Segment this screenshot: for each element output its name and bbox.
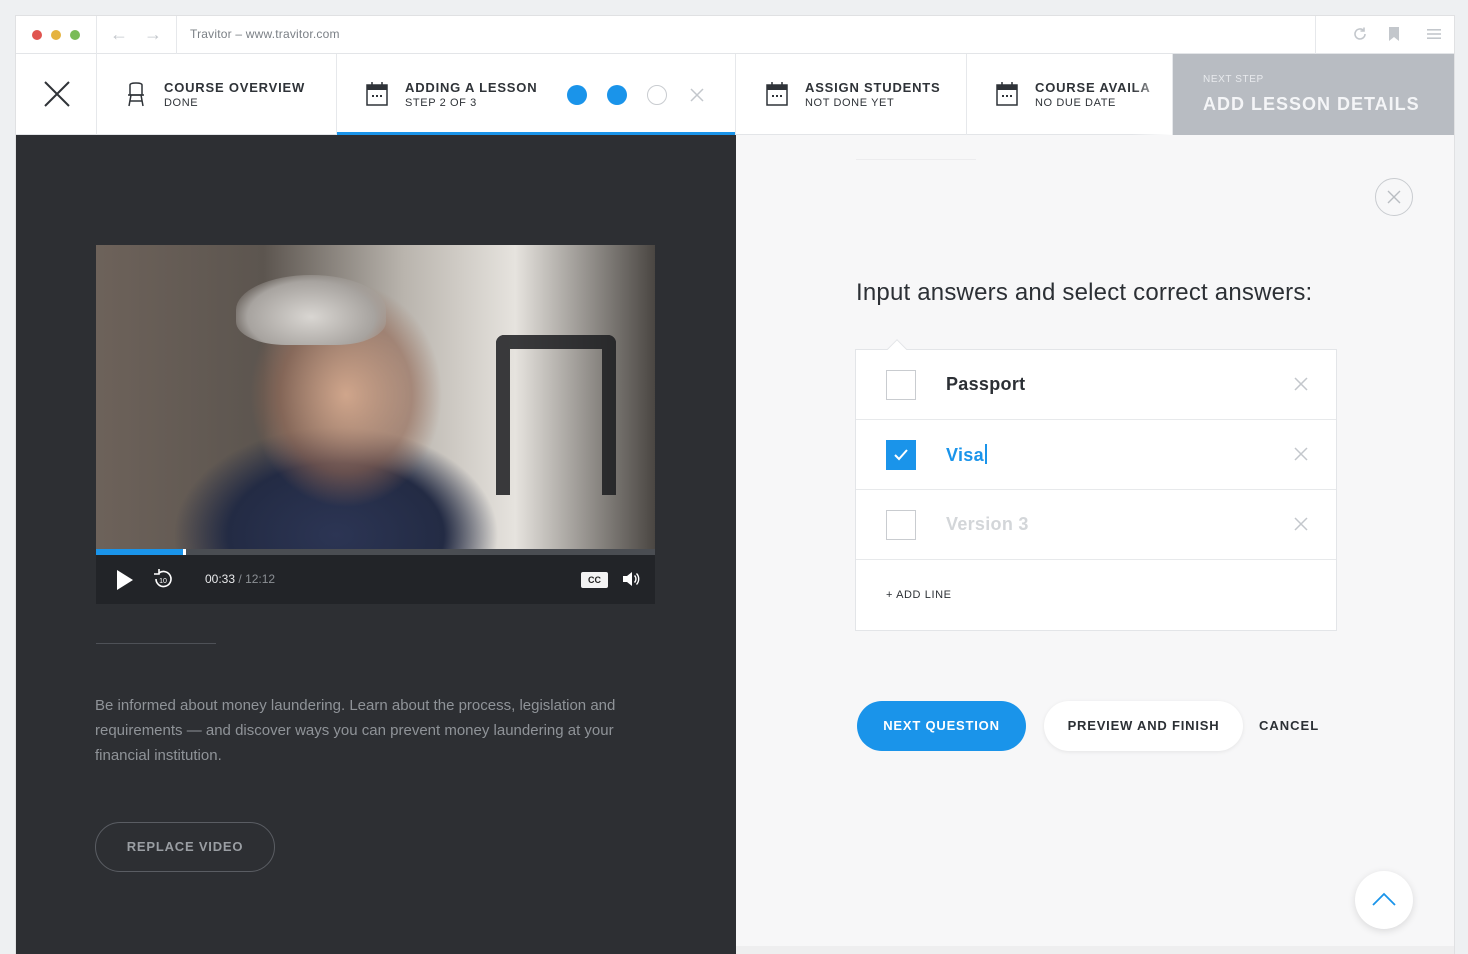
bottom-edge	[736, 946, 1454, 954]
video-background-chair	[496, 335, 616, 495]
video-player[interactable]: 10 00:33 / 12:12 CC	[96, 245, 655, 604]
step-status: STEP 2 OF 3	[405, 97, 477, 109]
next-question-button[interactable]: NEXT QUESTION	[857, 701, 1026, 751]
question-panel: Input answers and select correct answers…	[736, 135, 1454, 954]
scroll-to-top-button[interactable]	[1355, 871, 1413, 929]
step-status: NOT DONE YET	[805, 97, 895, 109]
calendar-icon	[766, 82, 788, 106]
calendar-icon	[366, 82, 388, 106]
video-time: 00:33 / 12:12	[205, 572, 275, 586]
chevron-up-icon	[1372, 892, 1396, 906]
step-title: ASSIGN STUDENTS	[805, 80, 941, 95]
answer-row: Visa	[856, 420, 1336, 490]
exit-button[interactable]	[16, 54, 97, 135]
fade-overlay	[1132, 54, 1172, 135]
divider	[96, 643, 216, 644]
answers-list: Passport Visa Version 3 + ADD LINE	[855, 339, 1337, 631]
correct-answer-checkbox[interactable]	[886, 440, 916, 470]
back-arrow-icon[interactable]: ←	[110, 24, 128, 44]
preview-and-finish-button[interactable]: PREVIEW AND FINISH	[1044, 701, 1243, 751]
volume-icon[interactable]	[622, 571, 640, 587]
current-time: 00:33	[205, 572, 236, 586]
cancel-button[interactable]: CANCEL	[1259, 701, 1319, 751]
question-prompt: Input answers and select correct answers…	[856, 279, 1313, 306]
remove-answer-icon[interactable]	[1294, 447, 1308, 461]
close-icon[interactable]	[690, 88, 704, 102]
step-status: DONE	[164, 97, 199, 109]
step-title: ADDING A LESSON	[405, 80, 538, 95]
video-panel: 10 00:33 / 12:12 CC Be informed about mo…	[16, 135, 736, 954]
browser-toolbar: ← → Travitor – www.travitor.com	[16, 16, 1454, 54]
close-icon	[1387, 190, 1401, 204]
menu-icon[interactable]	[1426, 26, 1442, 42]
next-step-button[interactable]: NEXT STEP ADD LESSON DETAILS	[1173, 54, 1454, 135]
time-separator: /	[238, 572, 242, 586]
answer-row: Passport	[856, 350, 1336, 420]
text-cursor	[984, 444, 987, 464]
close-panel-button[interactable]	[1375, 178, 1413, 216]
video-subject	[236, 275, 386, 345]
answer-row: Version 3	[856, 490, 1336, 560]
step-adding-lesson[interactable]: ADDING A LESSON STEP 2 OF 3	[337, 54, 736, 136]
progress-dot-complete	[607, 85, 627, 105]
calendar-icon	[996, 82, 1018, 106]
progress-dot-pending	[647, 85, 667, 105]
browser-window: ← → Travitor – www.travitor.com COURSE O…	[16, 16, 1454, 954]
reload-icon[interactable]	[1352, 26, 1368, 42]
next-step-title: ADD LESSON DETAILS	[1203, 94, 1420, 114]
progress-dot-complete	[567, 85, 587, 105]
faded-divider	[856, 159, 976, 160]
forward-arrow-icon[interactable]: →	[144, 24, 162, 44]
address-bar[interactable]: Travitor – www.travitor.com	[190, 27, 340, 41]
play-icon[interactable]	[116, 569, 134, 591]
answer-input[interactable]: Version 3	[946, 514, 1029, 535]
chair-icon	[128, 82, 144, 107]
step-title: COURSE OVERVIEW	[164, 80, 306, 95]
close-icon	[44, 81, 70, 107]
answer-input[interactable]: Passport	[946, 374, 1025, 395]
remove-answer-icon[interactable]	[1294, 377, 1308, 391]
video-controls: 10 00:33 / 12:12 CC	[96, 555, 655, 604]
video-frame[interactable]	[96, 245, 655, 549]
rewind-10-icon[interactable]: 10	[151, 567, 175, 591]
close-window-button[interactable]	[32, 30, 42, 40]
step-course-availability[interactable]: COURSE AVAILA NO DUE DATE	[967, 54, 1173, 135]
closed-captions-button[interactable]: CC	[581, 572, 608, 588]
correct-answer-checkbox[interactable]	[886, 510, 916, 540]
add-line-button[interactable]: + ADD LINE	[886, 589, 952, 601]
svg-text:10: 10	[159, 578, 167, 585]
lesson-description: Be informed about money laundering. Lear…	[95, 697, 616, 764]
correct-answer-checkbox[interactable]	[886, 370, 916, 400]
remove-answer-icon[interactable]	[1294, 517, 1308, 531]
bookmark-icon[interactable]	[1388, 26, 1400, 42]
checkmark-icon	[894, 449, 908, 461]
step-assign-students[interactable]: ASSIGN STUDENTS NOT DONE YET	[736, 54, 967, 135]
step-course-overview[interactable]: COURSE OVERVIEW DONE	[97, 54, 337, 135]
step-status: NO DUE DATE	[1035, 97, 1116, 109]
step-navigation: COURSE OVERVIEW DONE ADDING A LESSON STE…	[16, 54, 1454, 136]
maximize-window-button[interactable]	[70, 30, 80, 40]
next-step-label: NEXT STEP	[1203, 74, 1264, 85]
answer-input[interactable]: Visa	[946, 444, 987, 466]
replace-video-button[interactable]: REPLACE VIDEO	[95, 822, 275, 872]
duration: 12:12	[245, 572, 276, 586]
minimize-window-button[interactable]	[51, 30, 61, 40]
